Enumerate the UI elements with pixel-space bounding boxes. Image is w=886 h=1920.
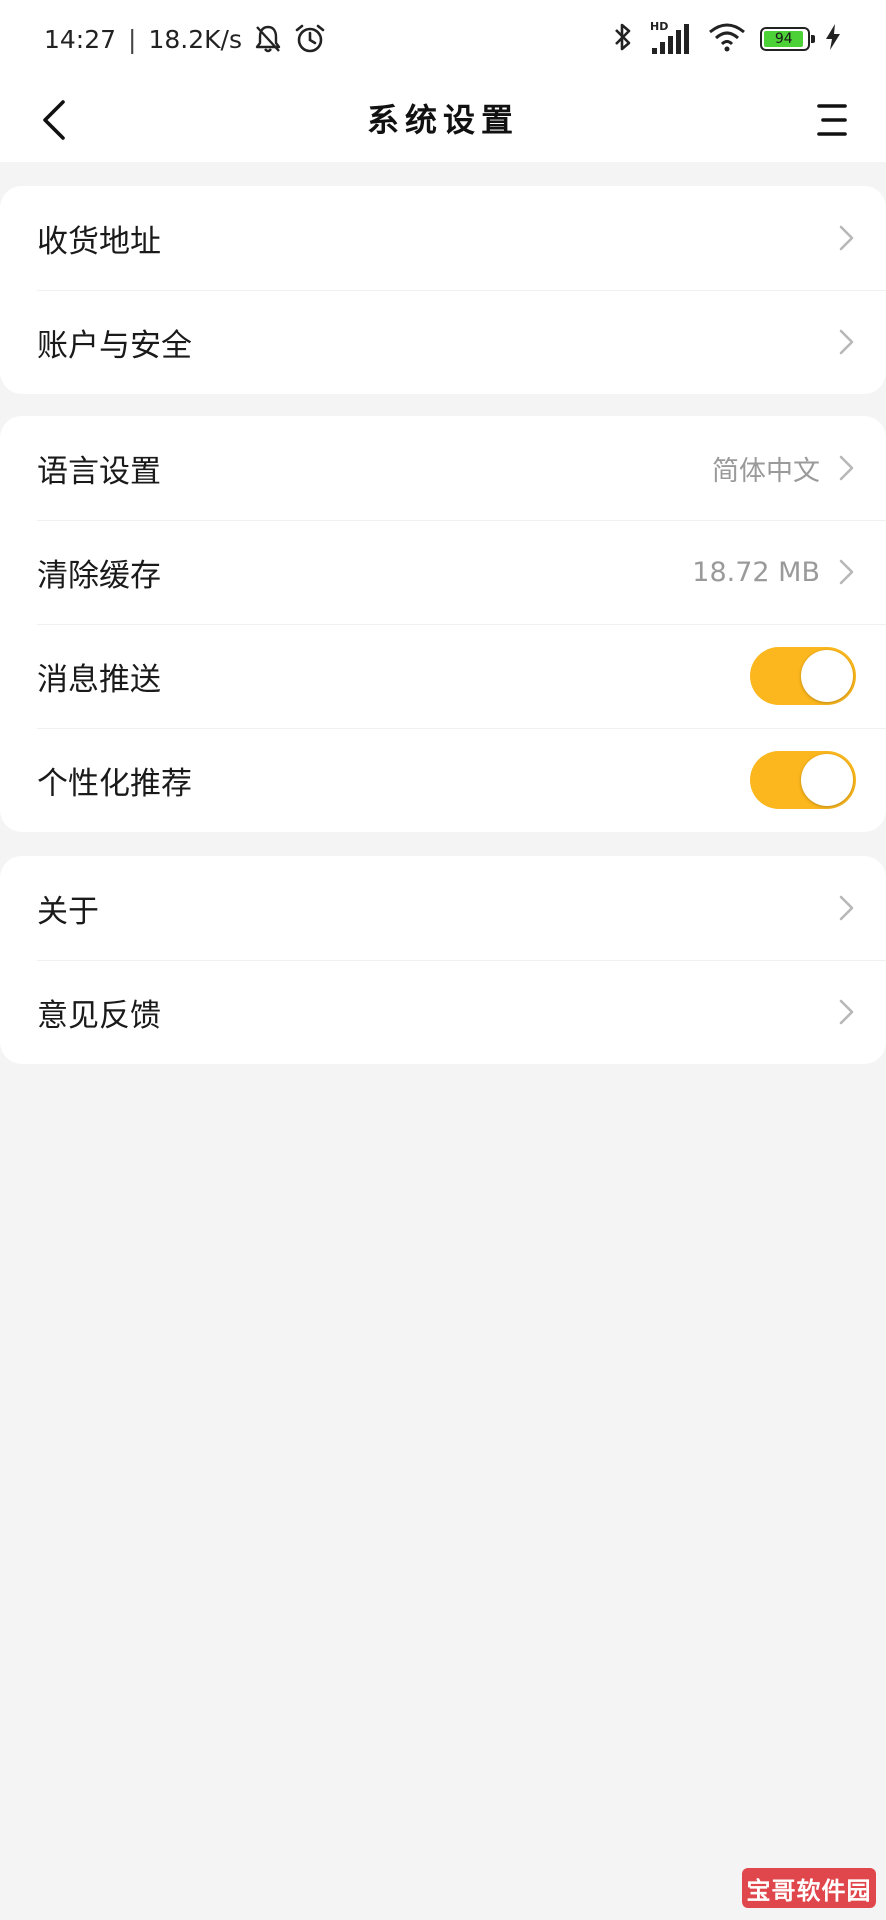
status-separator: | <box>128 24 137 54</box>
page-title: 系统设置 <box>366 101 519 139</box>
chevron-right-icon <box>836 327 856 357</box>
charging-icon <box>824 23 842 55</box>
chevron-right-icon <box>836 997 856 1027</box>
network-speed: 18.2K/s <box>148 24 242 54</box>
settings-item-label: 账户与安全 <box>37 327 192 364</box>
settings-group-general: 语言设置 简体中文 清除缓存 18.72 MB 消息推送 个性化推荐 <box>0 416 886 832</box>
settings-item-label: 语言设置 <box>37 453 161 490</box>
menu-button[interactable] <box>804 92 860 148</box>
battery-icon: 94 <box>760 27 815 51</box>
toggle-knob <box>801 650 853 702</box>
settings-item-label: 清除缓存 <box>37 557 161 594</box>
settings-item-personalized-recommendations: 个性化推荐 <box>0 728 886 832</box>
bell-off-icon <box>252 23 284 55</box>
personalized-recommendations-toggle[interactable] <box>750 751 856 809</box>
chevron-right-icon <box>836 893 856 923</box>
header: 系统设置 <box>0 78 886 162</box>
status-left: 14:27 | 18.2K/s <box>44 22 326 56</box>
chevron-right-icon <box>836 557 856 587</box>
status-bar: 14:27 | 18.2K/s HD 94 <box>0 0 886 78</box>
settings-item-shipping-address[interactable]: 收货地址 <box>0 186 886 290</box>
status-right: HD 94 <box>610 20 842 58</box>
chevron-right-icon <box>836 453 856 483</box>
menu-icon <box>817 104 847 136</box>
settings-item-clear-cache[interactable]: 清除缓存 18.72 MB <box>0 520 886 624</box>
settings-item-label: 消息推送 <box>37 661 161 698</box>
settings-item-push-notifications: 消息推送 <box>0 624 886 728</box>
settings-item-label: 收货地址 <box>37 223 161 260</box>
wifi-icon <box>708 22 746 56</box>
signal-icon: HD <box>650 20 694 56</box>
settings-item-account-security[interactable]: 账户与安全 <box>0 290 886 394</box>
settings-group-about: 关于 意见反馈 <box>0 856 886 1064</box>
alarm-icon <box>294 23 326 55</box>
settings-group-account: 收货地址 账户与安全 <box>0 186 886 394</box>
toggle-knob <box>801 754 853 806</box>
status-time: 14:27 <box>44 24 117 54</box>
settings-item-language[interactable]: 语言设置 简体中文 <box>0 416 886 520</box>
settings-item-label: 意见反馈 <box>37 997 161 1034</box>
language-value: 简体中文 <box>712 455 820 487</box>
watermark-logo: 宝哥软件园 <box>742 1868 876 1908</box>
settings-item-label: 个性化推荐 <box>37 765 192 802</box>
settings-item-feedback[interactable]: 意见反馈 <box>0 960 886 1064</box>
settings-item-about[interactable]: 关于 <box>0 856 886 960</box>
battery-level: 94 <box>764 31 804 47</box>
bluetooth-icon <box>610 20 636 58</box>
chevron-right-icon <box>836 223 856 253</box>
push-notifications-toggle[interactable] <box>750 647 856 705</box>
cache-size-value: 18.72 MB <box>692 556 820 588</box>
settings-item-label: 关于 <box>37 893 99 930</box>
